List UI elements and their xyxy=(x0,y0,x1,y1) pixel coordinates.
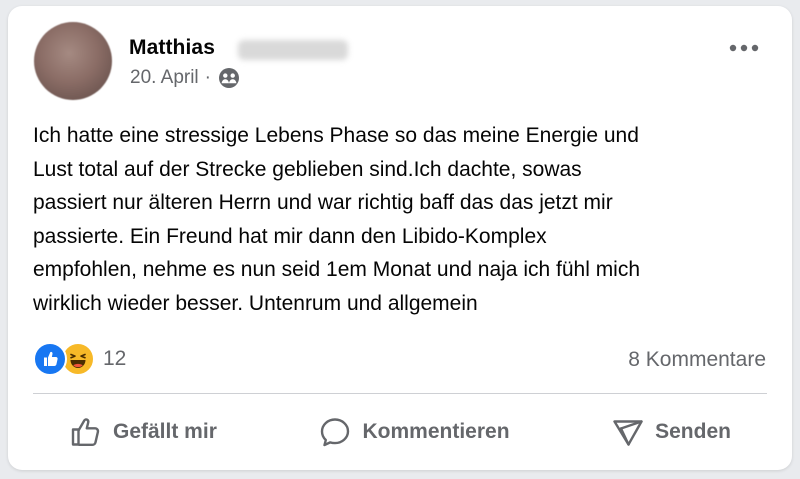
author-name[interactable]: Matthias xyxy=(129,36,215,60)
reaction-count: 12 xyxy=(103,347,127,370)
more-horizontal-icon xyxy=(729,39,759,57)
reactions-summary[interactable]: 12 xyxy=(33,342,126,376)
divider xyxy=(33,393,767,394)
like-button[interactable]: Gefällt mir xyxy=(33,408,253,456)
meta-separator: · xyxy=(204,67,211,88)
post-meta: 20. April · xyxy=(130,67,240,89)
friends-icon[interactable] xyxy=(218,67,240,89)
like-label: Gefällt mir xyxy=(113,420,217,443)
thumbs-up-icon xyxy=(69,415,103,449)
send-button[interactable]: Senden xyxy=(575,408,767,456)
send-icon xyxy=(611,415,645,449)
comment-bubble-icon xyxy=(318,415,352,449)
author-surname-redacted xyxy=(238,40,348,60)
more-options-button[interactable] xyxy=(726,36,762,60)
post-text: Ich hatte eine stressige Lebens Phase so… xyxy=(33,124,641,315)
post-actions: Gefällt mir Kommentieren Senden xyxy=(33,401,767,463)
comment-label: Kommentieren xyxy=(362,420,510,443)
avatar[interactable] xyxy=(34,22,112,100)
post-date[interactable]: 20. April xyxy=(130,67,199,89)
send-label: Senden xyxy=(655,420,731,443)
comments-count-link[interactable]: 8 Kommentare xyxy=(628,348,766,372)
comment-button[interactable]: Kommentieren xyxy=(282,408,545,456)
like-reaction-icon xyxy=(33,342,67,376)
post-card: Matthias 20. April · Ich hatte eine stre… xyxy=(8,6,792,470)
